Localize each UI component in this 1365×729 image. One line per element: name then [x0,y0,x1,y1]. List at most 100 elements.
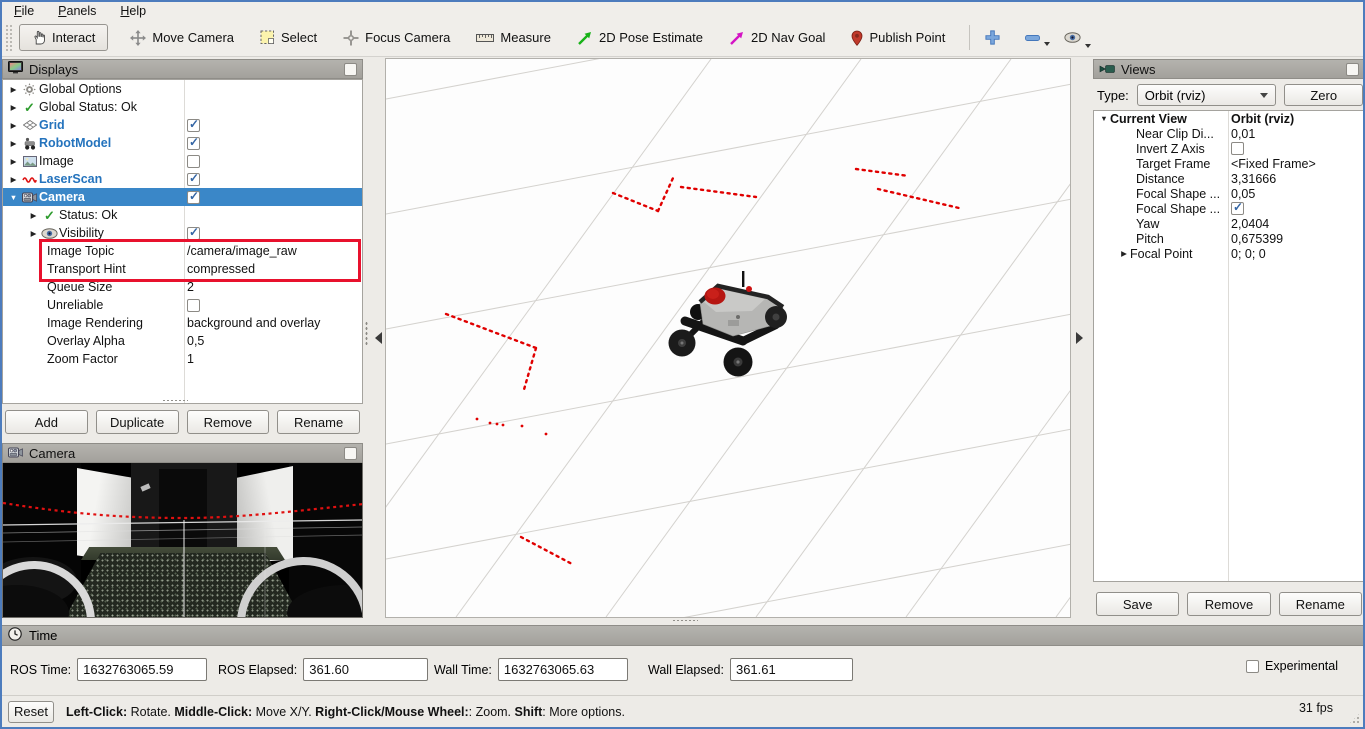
displays-tree-row[interactable]: Image Topic/camera/image_raw [3,242,362,260]
zero-button[interactable]: Zero [1284,84,1363,106]
expander-right-icon[interactable]: ▶ [7,175,20,184]
displays-float-button[interactable] [344,63,357,76]
row-value[interactable] [1231,141,1244,156]
views-tree-row[interactable]: Pitch0,675399 [1094,231,1364,246]
resize-grip[interactable] [1348,712,1361,725]
views-tree-row[interactable]: Invert Z Axis [1094,141,1364,156]
row-value[interactable] [187,296,200,314]
displays-tree-row[interactable]: ▶✓Global Status: Ok [3,98,362,116]
tool-move-camera[interactable]: Move Camera [126,25,238,51]
displays-tree-row[interactable]: Unreliable [3,296,362,314]
row-value[interactable]: ✓ [187,224,200,242]
views-tree-row[interactable]: Yaw2,0404 [1094,216,1364,231]
expander-down-icon[interactable]: ▼ [1098,114,1110,123]
displays-tree-row[interactable]: ▶Image [3,152,362,170]
displays-tree-row[interactable]: ▶Visibility✓ [3,224,362,242]
tool-interact[interactable]: Interact [19,24,108,51]
expander-right-icon[interactable]: ▶ [1118,249,1130,258]
expander-right-icon[interactable]: ▶ [27,211,40,220]
dropdown-arrow-icon[interactable] [1044,42,1050,46]
row-value[interactable]: ✓ [187,134,200,152]
expander-right-icon[interactable]: ▶ [7,103,20,112]
splitter-dots-bottom[interactable] [672,619,698,622]
displays-tree-row[interactable]: ▶✓Status: Ok [3,206,362,224]
wall-time-input[interactable] [498,658,628,681]
views-remove-button[interactable]: Remove [1187,592,1270,616]
views-panel-titlebar[interactable]: Views [1093,59,1365,79]
camera-float-button[interactable] [344,447,357,460]
row-value[interactable]: 2 [187,278,194,296]
rename-button[interactable]: Rename [277,410,360,434]
tool-plus-blue[interactable] [982,27,1003,48]
checkbox[interactable] [187,155,200,168]
tool-2d-pose-estimate[interactable]: 2D Pose Estimate [573,25,707,51]
row-value[interactable]: Orbit (rviz) [1231,111,1294,126]
views-tree-row[interactable]: Target Frame<Fixed Frame> [1094,156,1364,171]
row-value[interactable]: 0,01 [1231,126,1255,141]
row-value[interactable]: 3,31666 [1231,171,1276,186]
toolbar-drag-grip[interactable] [5,24,13,52]
row-value[interactable]: 1 [187,350,194,368]
displays-tree-row[interactable]: ▶LaserScan✓ [3,170,362,188]
displays-tree-row[interactable]: Transport Hintcompressed [3,260,362,278]
menu-help[interactable]: Help [120,4,146,18]
collapse-right-arrow[interactable] [1076,332,1083,344]
displays-tree-row[interactable]: Zoom Factor1 [3,350,362,368]
views-tree-row[interactable]: Focal Shape ...✓ [1094,201,1364,216]
views-tree-row[interactable]: ▼Current ViewOrbit (rviz) [1094,111,1364,126]
wall-elapsed-input[interactable] [730,658,853,681]
menu-file[interactable]: File [14,4,34,18]
expander-right-icon[interactable]: ▶ [27,229,40,238]
tool-measure[interactable]: Measure [472,25,555,50]
views-rename-button[interactable]: Rename [1279,592,1362,616]
row-value[interactable]: 0,675399 [1231,231,1283,246]
displays-tree-row[interactable]: Image Renderingbackground and overlay [3,314,362,332]
displays-tree-row[interactable]: ▼Camera✓ [3,188,362,206]
displays-panel-titlebar[interactable]: Displays [2,59,363,79]
row-value[interactable]: /camera/image_raw [187,242,297,260]
collapse-left-arrow[interactable] [375,332,382,344]
splitter-dots-vertical[interactable] [365,321,368,347]
views-tree-row[interactable]: ▶Focal Point0; 0; 0 [1094,246,1364,261]
tool-select[interactable]: Select [256,25,321,50]
checkbox[interactable]: ✓ [187,119,200,132]
displays-tree-row[interactable]: ▶Global Options [3,80,362,98]
displays-tree-row[interactable]: Queue Size2 [3,278,362,296]
row-value[interactable]: 0; 0; 0 [1231,246,1266,261]
checkbox[interactable]: ✓ [187,227,200,240]
view-type-dropdown[interactable]: Orbit (rviz) [1137,84,1277,106]
row-value[interactable]: 2,0404 [1231,216,1269,231]
dropdown-arrow-icon[interactable] [1085,44,1091,48]
views-tree-row[interactable]: Near Clip Di...0,01 [1094,126,1364,141]
row-value[interactable]: 0,5 [187,332,204,350]
row-value[interactable]: <Fixed Frame> [1231,156,1316,171]
tool-eye[interactable] [1062,30,1083,45]
row-value[interactable]: 0,05 [1231,186,1255,201]
row-value[interactable]: compressed [187,260,255,278]
views-save-button[interactable]: Save [1096,592,1179,616]
checkbox[interactable]: ✓ [1231,202,1244,215]
checkbox[interactable] [1231,142,1244,155]
displays-tree-row[interactable]: ▶Grid✓ [3,116,362,134]
checkbox[interactable]: ✓ [187,191,200,204]
row-value[interactable]: background and overlay [187,314,320,332]
checkbox[interactable]: ✓ [187,137,200,150]
3d-viewport[interactable] [385,58,1071,618]
expander-right-icon[interactable]: ▶ [7,85,20,94]
reset-button[interactable]: Reset [8,701,54,723]
checkbox[interactable] [187,299,200,312]
experimental-option[interactable]: Experimental [1246,659,1338,673]
expander-right-icon[interactable]: ▶ [7,139,20,148]
views-tree-row[interactable]: Distance3,31666 [1094,171,1364,186]
row-value[interactable]: ✓ [187,116,200,134]
tool-2d-nav-goal[interactable]: 2D Nav Goal [725,25,829,51]
row-value[interactable]: ✓ [187,188,200,206]
expander-down-icon[interactable]: ▼ [7,193,20,202]
ros-time-input[interactable] [77,658,207,681]
checkbox[interactable]: ✓ [187,173,200,186]
views-float-button[interactable] [1346,63,1359,76]
add-button[interactable]: Add [5,410,88,434]
time-panel-titlebar[interactable]: Time [2,625,1363,646]
experimental-checkbox[interactable] [1246,660,1259,673]
displays-tree-row[interactable]: ▶RobotModel✓ [3,134,362,152]
